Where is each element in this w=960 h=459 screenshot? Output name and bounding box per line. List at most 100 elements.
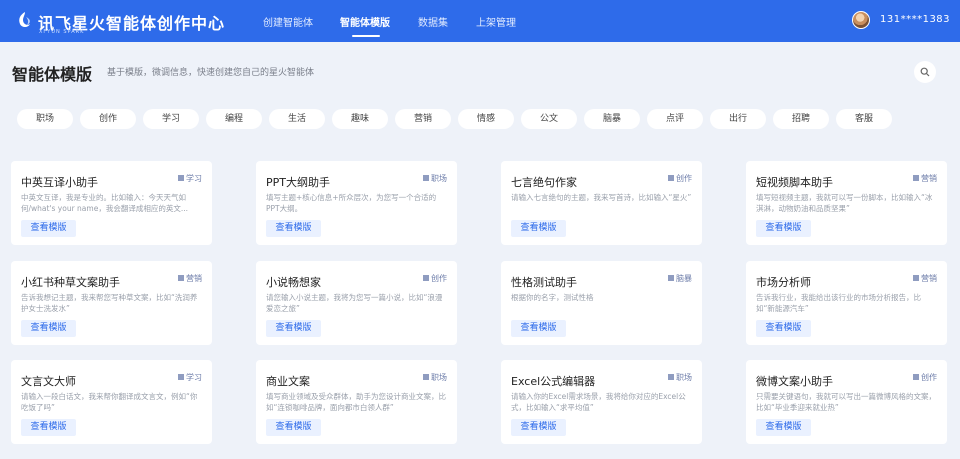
nav-datasets[interactable]: 数据集 xyxy=(418,14,448,29)
view-template-button[interactable]: 查看模版 xyxy=(21,419,76,436)
view-template-button[interactable]: 查看模版 xyxy=(756,320,811,337)
category-chip-brainstorm[interactable]: 脑暴 xyxy=(584,109,640,129)
template-card[interactable]: 七言绝句作家 创作 请输入七言绝句的主题，我来写首诗，比如输入“星火” 查看模版 xyxy=(501,161,702,245)
category-chip-official-docs[interactable]: 公文 xyxy=(521,109,577,129)
view-template-button[interactable]: 查看模版 xyxy=(266,320,321,337)
card-tag-label: 职场 xyxy=(431,373,447,382)
card-tag-label: 脑暴 xyxy=(676,274,692,283)
app-title: 智能体创作中心 xyxy=(106,14,226,33)
card-tag-label: 学习 xyxy=(186,174,202,183)
template-card[interactable]: 市场分析师 营销 告诉我行业，我能给出该行业的市场分析报告，比如“新能源汽车” … xyxy=(746,261,947,345)
card-title: 市场分析师 xyxy=(756,276,811,289)
card-description: 请输入你的Excel需求场景，我将给你对应的Excel公式，比如输入“求平均值” xyxy=(511,392,686,412)
view-template-button[interactable]: 查看模版 xyxy=(21,320,76,337)
card-tag: 创作 xyxy=(913,372,937,383)
card-description: 填写主题+核心信息+所众层次，为您写一个合适的PPT大纲。 xyxy=(266,193,437,213)
card-tag: 职场 xyxy=(668,372,692,383)
card-tag-label: 创作 xyxy=(431,274,447,283)
tag-icon xyxy=(423,175,429,181)
card-description: 告诉我行业，我能给出该行业的市场分析报告，比如“新能源汽车” xyxy=(756,293,921,313)
card-description: 请输入七言绝句的主题，我来写首诗，比如输入“星火” xyxy=(511,193,692,202)
nav-active-indicator xyxy=(352,35,380,37)
card-title: 微博文案小助手 xyxy=(756,375,833,388)
category-chip-recruiting[interactable]: 招聘 xyxy=(773,109,829,129)
category-chip-workplace[interactable]: 职场 xyxy=(17,109,73,129)
template-card[interactable]: 微博文案小助手 创作 只需要关键语句，我就可以写出一篇微博风格的文案，比如“毕业… xyxy=(746,360,947,444)
tag-icon xyxy=(913,175,919,181)
view-template-button[interactable]: 查看模版 xyxy=(756,220,811,237)
top-bar: 讯飞星火 XFYUN SPARK 智能体创作中心 创建智能体 智能体模版 数据集… xyxy=(0,0,960,42)
category-chip-review[interactable]: 点评 xyxy=(647,109,703,129)
search-button[interactable] xyxy=(914,61,936,83)
template-card[interactable]: Excel公式编辑器 职场 请输入你的Excel需求场景，我将给你对应的Exce… xyxy=(501,360,702,444)
template-card[interactable]: 文言文大师 学习 请输入一段白话文，我来帮你翻译成文言文，例如“你吃饭了吗” 查… xyxy=(11,360,212,444)
page-title: 智能体模版 xyxy=(12,65,93,84)
tag-icon xyxy=(423,275,429,281)
card-tag-label: 营销 xyxy=(921,174,937,183)
card-tag-label: 职场 xyxy=(676,373,692,382)
nav-listing-management[interactable]: 上架管理 xyxy=(476,14,516,29)
template-card[interactable]: 小红书种草文案助手 营销 告诉我想记主题，我来帮您写种草文案，比如“洗润养护女士… xyxy=(11,261,212,345)
card-tag: 职场 xyxy=(423,173,447,184)
card-description: 告诉我想记主题，我来帮您写种草文案，比如“洗润养护女士洗发水” xyxy=(21,293,198,313)
view-template-button[interactable]: 查看模版 xyxy=(756,419,811,436)
nav-create-agent[interactable]: 创建智能体 xyxy=(263,14,313,29)
card-tag: 创作 xyxy=(423,273,447,284)
nav-agent-templates[interactable]: 智能体模版 xyxy=(340,14,390,29)
category-chip-study[interactable]: 学习 xyxy=(143,109,199,129)
card-title: 文言文大师 xyxy=(21,375,76,388)
card-description: 请您输入小说主题，我将为您写一篇小说，比如“浪漫爱恋之旅” xyxy=(266,293,443,313)
card-tag: 学习 xyxy=(178,173,202,184)
template-card[interactable]: 短视频脚本助手 营销 填写短视频主题，我就可以写一份脚本，比如输入“冰淇淋，动物… xyxy=(746,161,947,245)
card-title: Excel公式编辑器 xyxy=(511,375,596,388)
user-phone[interactable]: 131****1383 xyxy=(880,14,950,25)
view-template-button[interactable]: 查看模版 xyxy=(21,220,76,237)
tag-icon xyxy=(913,374,919,380)
card-tag: 学习 xyxy=(178,372,202,383)
avatar[interactable] xyxy=(852,11,870,29)
card-description: 中英文互译，我是专业的。比如输入：今天天气如何/what's your name… xyxy=(21,193,188,213)
page-description: 基于模版，微调信息，快速创建您自己的星火智能体 xyxy=(107,68,315,78)
card-description: 只需要关键语句，我就可以写出一篇微博风格的文案，比如“毕业季迎来就业热” xyxy=(756,392,936,412)
card-tag: 营销 xyxy=(913,173,937,184)
template-card[interactable]: 小说畅想家 创作 请您输入小说主题，我将为您写一篇小说，比如“浪漫爱恋之旅” 查… xyxy=(256,261,457,345)
tag-icon xyxy=(423,374,429,380)
card-tag: 营销 xyxy=(913,273,937,284)
card-description: 请输入一段白话文，我来帮你翻译成文言文，例如“你吃饭了吗” xyxy=(21,392,198,412)
card-tag-label: 创作 xyxy=(921,373,937,382)
card-tag-label: 营销 xyxy=(186,274,202,283)
category-chip-programming[interactable]: 编程 xyxy=(206,109,262,129)
tag-icon xyxy=(913,275,919,281)
card-tag-label: 学习 xyxy=(186,373,202,382)
category-chip-emotion[interactable]: 情感 xyxy=(458,109,514,129)
category-chip-customer-service[interactable]: 客服 xyxy=(836,109,892,129)
search-icon xyxy=(920,67,930,77)
category-chip-life[interactable]: 生活 xyxy=(269,109,325,129)
tag-icon xyxy=(178,374,184,380)
card-tag: 营销 xyxy=(178,273,202,284)
card-tag: 脑暴 xyxy=(668,273,692,284)
category-chip-creation[interactable]: 创作 xyxy=(80,109,136,129)
template-card[interactable]: 商业文案 职场 填写商业领域及受众群体，助手为您设计商业文案，比如“连锁咖啡品牌… xyxy=(256,360,457,444)
category-chip-fun[interactable]: 趣味 xyxy=(332,109,388,129)
spark-logo-icon xyxy=(19,12,30,27)
card-title: 性格测试助手 xyxy=(511,276,577,289)
template-card[interactable]: 性格测试助手 脑暴 根据你的名字，测试性格 查看模版 xyxy=(501,261,702,345)
template-card[interactable]: PPT大纲助手 职场 填写主题+核心信息+所众层次，为您写一个合适的PPT大纲。… xyxy=(256,161,457,245)
tag-icon xyxy=(668,175,674,181)
view-template-button[interactable]: 查看模版 xyxy=(511,419,566,436)
view-template-button[interactable]: 查看模版 xyxy=(266,419,321,436)
view-template-button[interactable]: 查看模版 xyxy=(266,220,321,237)
view-template-button[interactable]: 查看模版 xyxy=(511,220,566,237)
logo-subtext: XFYUN SPARK xyxy=(39,29,85,35)
card-description: 根据你的名字，测试性格 xyxy=(511,293,594,302)
card-tag: 创作 xyxy=(668,173,692,184)
card-description: 填写短视频主题，我就可以写一份脚本，比如输入“冰淇淋，动物奶油和品质坚果” xyxy=(756,193,933,213)
card-title: 七言绝句作家 xyxy=(511,176,577,189)
category-chip-marketing[interactable]: 营销 xyxy=(395,109,451,129)
tag-icon xyxy=(178,175,184,181)
view-template-button[interactable]: 查看模版 xyxy=(511,320,566,337)
card-title: 商业文案 xyxy=(266,375,310,388)
category-chip-travel[interactable]: 出行 xyxy=(710,109,766,129)
template-card[interactable]: 中英互译小助手 学习 中英文互译，我是专业的。比如输入：今天天气如何/what'… xyxy=(11,161,212,245)
